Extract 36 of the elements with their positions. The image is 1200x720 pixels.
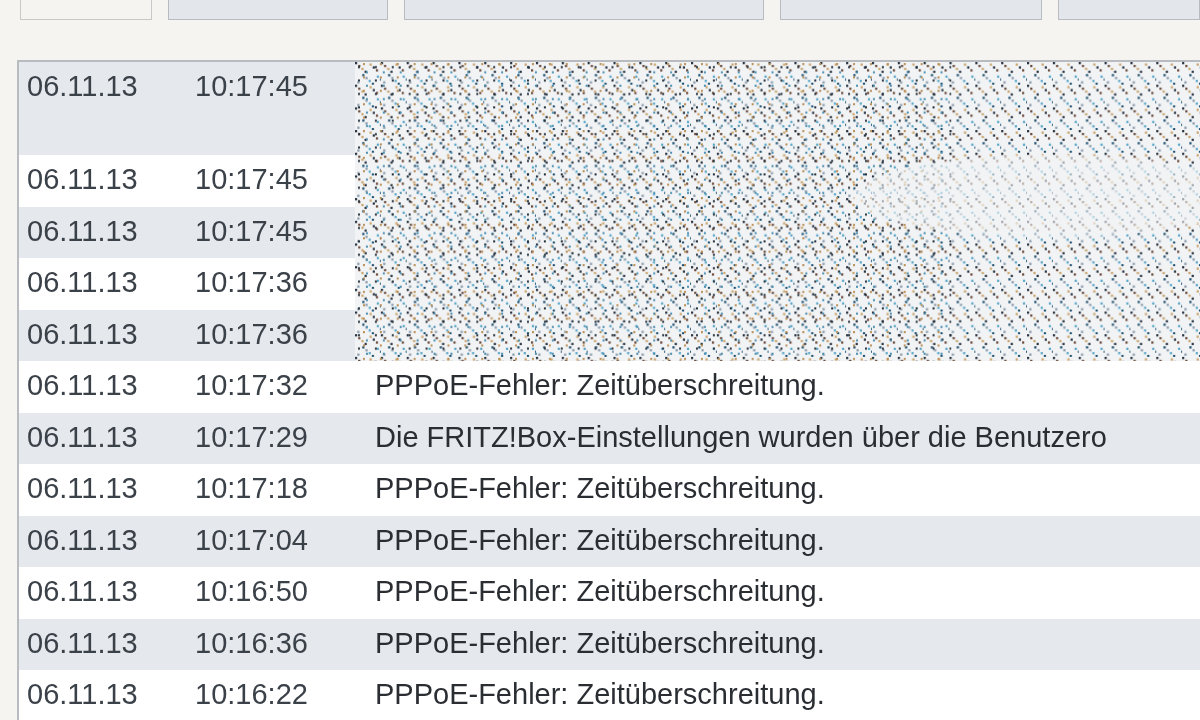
date-cell: 06.11.13 xyxy=(19,62,187,155)
message-cell: PPPoE-Fehler: Zeitüberschreitung. xyxy=(355,464,1200,516)
time-cell: 10:17:36 xyxy=(187,309,355,361)
message-cell: PPPoE-Fehler: Zeitüberschreitung. xyxy=(355,361,1200,413)
time-cell: 10:16:36 xyxy=(187,618,355,670)
date-cell: 06.11.13 xyxy=(19,258,187,310)
time-cell: 10:17:45 xyxy=(187,155,355,207)
tab[interactable] xyxy=(404,0,764,20)
time-cell: 10:17:45 xyxy=(187,206,355,258)
time-cell: 10:17:18 xyxy=(187,464,355,516)
message-cell: PPPoE-Fehler: Zeitüberschreitung. xyxy=(355,515,1200,567)
date-cell: 06.11.13 xyxy=(19,309,187,361)
time-cell: 10:17:36 xyxy=(187,258,355,310)
date-cell: 06.11.13 xyxy=(19,670,187,720)
time-cell: 10:16:50 xyxy=(187,567,355,619)
time-cell: 10:16:22 xyxy=(187,670,355,720)
date-cell: 06.11.13 xyxy=(19,567,187,619)
date-cell: 06.11.13 xyxy=(19,361,187,413)
date-cell: 06.11.13 xyxy=(19,464,187,516)
tab[interactable] xyxy=(20,0,152,20)
message-cell: PPPoE-Fehler: Zeitüberschreitung. xyxy=(355,567,1200,619)
date-cell: 06.11.13 xyxy=(19,618,187,670)
tab[interactable] xyxy=(780,0,1042,20)
tab[interactable] xyxy=(1058,0,1200,20)
time-cell: 10:17:29 xyxy=(187,412,355,464)
message-cell: PPPoE-Fehler: Zeitüberschreitung. xyxy=(355,618,1200,670)
message-cell: PPPoE-Fehler: Zeitüberschreitung. xyxy=(355,670,1200,720)
date-cell: 06.11.13 xyxy=(19,515,187,567)
time-cell: 10:17:04 xyxy=(187,515,355,567)
time-cell: 10:17:32 xyxy=(187,361,355,413)
date-cell: 06.11.13 xyxy=(19,412,187,464)
message-cell: Die FRITZ!Box-Einstellungen wurden über die Benutzero xyxy=(355,412,1200,464)
time-cell: 10:17:45 xyxy=(187,62,355,155)
date-cell: 06.11.13 xyxy=(19,206,187,258)
date-cell: 06.11.13 xyxy=(19,155,187,207)
tab[interactable] xyxy=(168,0,388,20)
